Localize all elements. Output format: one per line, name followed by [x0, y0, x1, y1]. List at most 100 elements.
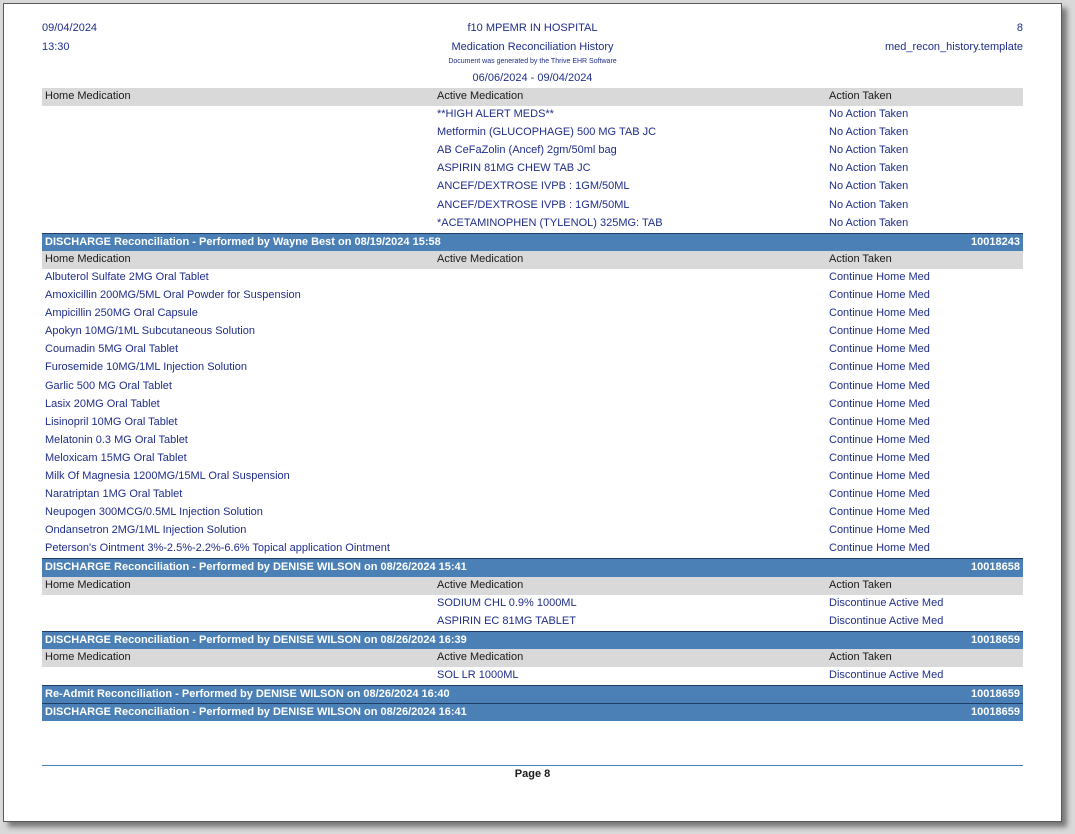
active-medication: Metformin (GLUCOPHAGE) 500 MG TAB JC	[437, 126, 657, 139]
home-medication: Garlic 500 MG Oral Tablet	[45, 379, 172, 392]
active-medication: *ACETAMINOPHEN (TYLENOL) 325MG: TAB	[437, 216, 663, 229]
column-header-active: Active Medication	[437, 90, 524, 102]
section-id: 10018659	[971, 688, 1020, 701]
home-medication: Neupogen 300MCG/0.5ML Injection Solution	[45, 506, 263, 519]
action-taken: Continue Home Med	[829, 524, 930, 537]
action-taken: Continue Home Med	[829, 488, 930, 501]
action-taken: No Action Taken	[829, 126, 909, 139]
action-taken: Discontinue Active Med	[829, 669, 944, 681]
table-row: ANCEF/DEXTROSE IVPB : 1GM/50ML No Action …	[42, 197, 1023, 215]
table-row: SOL LR 1000ML Discontinue Active Med	[42, 667, 1023, 685]
home-medication: Peterson's Ointment 3%-2.5%-2.2%-6.6% To…	[45, 542, 390, 555]
table-row: ASPIRIN EC 81MG TABLET Discontinue Active…	[42, 613, 1023, 631]
table-row: Coumadin 5MG Oral Tablet Continue Home Me…	[42, 341, 1023, 359]
action-taken: No Action Taken	[829, 108, 909, 121]
table-row: Albuterol Sulfate 2MG Oral Tablet Continu…	[42, 269, 1023, 287]
section-title: DISCHARGE Reconciliation - Performed by …	[45, 235, 441, 248]
footer-page-label: Page 8	[514, 768, 551, 780]
column-header-row: Home Medication Active Medication Action T…	[42, 648, 1023, 667]
home-medication: Meloxicam 15MG Oral Tablet	[45, 451, 187, 464]
active-medication: ANCEF/DEXTROSE IVPB : 1GM/50ML	[437, 180, 630, 193]
section-id: 10018243	[971, 235, 1020, 248]
column-header-home: Home Medication	[45, 90, 131, 102]
action-taken: Discontinue Active Med	[829, 614, 944, 627]
active-medication: SOL LR 1000ML	[437, 669, 519, 681]
action-taken: Continue Home Med	[829, 469, 930, 482]
section-title: Re-Admit Reconciliation - Performed by D…	[45, 688, 450, 701]
section-title: DISCHARGE Reconciliation - Performed by …	[45, 706, 467, 719]
action-taken: Discontinue Active Med	[829, 596, 944, 609]
table-row: ASPIRIN 81MG CHEW TAB JC No Action Taken	[42, 160, 1023, 178]
table-row: Naratriptan 1MG Oral Tablet Continue Home…	[42, 486, 1023, 504]
column-header-home: Home Medication	[45, 252, 131, 265]
column-header-active: Active Medication	[437, 650, 524, 663]
facility-name: f10 MPEMR IN HOSPITAL	[467, 22, 598, 34]
column-header-active: Active Medication	[437, 578, 524, 591]
column-header-row: Home Medication Active Medication Action T…	[42, 576, 1023, 595]
column-header-action: Action Taken	[829, 650, 892, 663]
table-row: **HIGH ALERT MEDS** No Action Taken	[42, 106, 1023, 124]
section-title: DISCHARGE Reconciliation - Performed by …	[45, 561, 467, 574]
home-medication: Naratriptan 1MG Oral Tablet	[45, 488, 183, 501]
action-taken: No Action Taken	[829, 162, 909, 175]
active-medication: SODIUM CHL 0.9% 1000ML	[437, 596, 577, 609]
table-row: *ACETAMINOPHEN (TYLENOL) 325MG: TAB No Ac…	[42, 215, 1023, 233]
section-header: DISCHARGE Reconciliation - Performed by …	[42, 630, 1023, 649]
action-taken: Continue Home Med	[829, 379, 930, 392]
action-taken: Continue Home Med	[829, 270, 930, 283]
table-row: Meloxicam 15MG Oral Tablet Continue Home …	[42, 450, 1023, 468]
home-medication: Milk Of Magnesia 1200MG/15ML Oral Suspen…	[45, 469, 290, 482]
action-taken: Continue Home Med	[829, 325, 930, 338]
action-taken: Continue Home Med	[829, 307, 930, 320]
section-id: 10018658	[971, 561, 1020, 574]
column-header-row: Home Medication Active Medication Action T…	[42, 88, 1023, 107]
table-row: Apokyn 10MG/1ML Subcutaneous Solution Con…	[42, 323, 1023, 341]
action-taken: Continue Home Med	[829, 451, 930, 464]
home-medication: Albuterol Sulfate 2MG Oral Tablet	[45, 270, 209, 283]
active-medication: ASPIRIN 81MG CHEW TAB JC	[437, 162, 591, 175]
reconciliation-table: Home Medication Active Medication Action T…	[42, 88, 1023, 722]
action-taken: Continue Home Med	[829, 343, 930, 356]
active-medication: ANCEF/DEXTROSE IVPB : 1GM/50ML	[437, 198, 630, 211]
table-row: AB CeFaZolin (Ancef) 2gm/50ml bag No Acti…	[42, 142, 1023, 160]
home-medication: Ondansetron 2MG/1ML Injection Solution	[45, 524, 247, 537]
table-row: Amoxicillin 200MG/5ML Oral Powder for Su…	[42, 287, 1023, 305]
home-medication: Apokyn 10MG/1ML Subcutaneous Solution	[45, 325, 255, 338]
table-row: Lasix 20MG Oral Tablet Continue Home Med	[42, 396, 1023, 414]
home-medication: Coumadin 5MG Oral Tablet	[45, 343, 179, 356]
action-taken: No Action Taken	[829, 216, 909, 229]
active-medication: **HIGH ALERT MEDS**	[437, 108, 554, 121]
home-medication: Furosemide 10MG/1ML Injection Solution	[45, 361, 247, 374]
table-row: Ondansetron 2MG/1ML Injection Solution Co…	[42, 522, 1023, 540]
table-row: Ampicillin 250MG Oral Capsule Continue Ho…	[42, 305, 1023, 323]
date-range: 06/06/2024 - 09/04/2024	[472, 72, 593, 84]
report-page: 09/04/2024 13:30 f10 MPEMR IN HOSPITAL M…	[3, 3, 1062, 822]
table-row: Peterson's Ointment 3%-2.5%-2.2%-6.6% To…	[42, 540, 1023, 558]
generated-note: Document was generated by the Thrive EHR…	[448, 58, 617, 65]
action-taken: Continue Home Med	[829, 506, 930, 519]
home-medication: Melatonin 0.3 MG Oral Tablet	[45, 433, 188, 446]
table-row: Melatonin 0.3 MG Oral Tablet Continue Hom…	[42, 432, 1023, 450]
section-header: DISCHARGE Reconciliation - Performed by …	[42, 703, 1023, 722]
section-header: DISCHARGE Reconciliation - Performed by …	[42, 232, 1023, 251]
active-medication: AB CeFaZolin (Ancef) 2gm/50ml bag	[437, 144, 617, 157]
column-header-row: Home Medication Active Medication Action T…	[42, 250, 1023, 269]
action-taken: Continue Home Med	[829, 397, 930, 410]
table-row: Garlic 500 MG Oral Tablet Continue Home M…	[42, 378, 1023, 396]
action-taken: No Action Taken	[829, 144, 909, 157]
page-number: 8	[1016, 22, 1023, 34]
home-medication: Ampicillin 250MG Oral Capsule	[45, 307, 198, 320]
home-medication: Amoxicillin 200MG/5ML Oral Powder for Su…	[45, 289, 301, 302]
home-medication: Lasix 20MG Oral Tablet	[45, 397, 160, 410]
action-taken: No Action Taken	[829, 180, 909, 193]
section-header: DISCHARGE Reconciliation - Performed by …	[42, 558, 1023, 577]
column-header-action: Action Taken	[829, 90, 892, 102]
table-row: SODIUM CHL 0.9% 1000ML Discontinue Active…	[42, 595, 1023, 613]
table-row: Metformin (GLUCOPHAGE) 500 MG TAB JC No A…	[42, 124, 1023, 142]
action-taken: Continue Home Med	[829, 415, 930, 428]
section-title: DISCHARGE Reconciliation - Performed by …	[45, 633, 467, 646]
section-id: 10018659	[971, 706, 1020, 719]
active-medication: ASPIRIN EC 81MG TABLET	[437, 614, 576, 627]
section-header: Re-Admit Reconciliation - Performed by D…	[42, 685, 1023, 704]
table-row: Neupogen 300MCG/0.5ML Injection Solution…	[42, 504, 1023, 522]
